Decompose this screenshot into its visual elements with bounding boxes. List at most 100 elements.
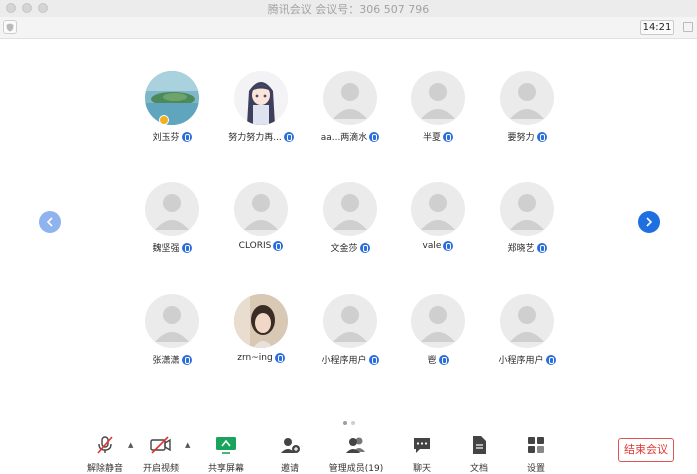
window-titlebar: 腾讯会议 会议号：306 507 796 [0, 0, 697, 17]
mic-icon [359, 242, 370, 253]
participant-tile[interactable]: 刘玉芬 [137, 71, 207, 143]
mic-icon [443, 241, 454, 251]
mic-icon [181, 242, 192, 253]
participant-name: 文金莎 [330, 244, 358, 254]
document-icon [473, 436, 486, 454]
host-crown-icon [159, 115, 169, 125]
page-dot[interactable] [343, 421, 347, 425]
default-avatar-icon [500, 294, 554, 348]
participant-name: 要努力 [507, 133, 535, 143]
default-avatar-icon [411, 294, 465, 348]
meeting-controls-bar: 解除静音 ▲ 开启视频 ▲ 共享屏幕 邀请 管理成员(19) 聊天 文档 设置 [0, 429, 697, 474]
chevron-left-icon [46, 217, 53, 227]
start-video-label: 开启视频 [142, 464, 179, 474]
chat-button[interactable]: 聊天 [407, 434, 437, 474]
docs-button[interactable]: 文档 [464, 434, 494, 474]
chat-label: 聊天 [412, 464, 431, 474]
girl-photo-avatar-image [234, 294, 288, 348]
mic-icon [274, 353, 285, 363]
avatar [234, 71, 288, 125]
participant-tile[interactable]: 努力努力再... [226, 71, 296, 143]
add-user-icon [281, 438, 300, 453]
previous-page-button[interactable] [39, 211, 61, 233]
manage-members-label: 管理成员(19) [328, 464, 384, 474]
participant-name: 小程序用户 [498, 356, 544, 366]
mic-icon [273, 241, 284, 251]
mic-icon [536, 131, 547, 142]
participant-name: 半夏 [422, 133, 441, 143]
participant-tile[interactable]: aa...两滴水 [315, 71, 385, 143]
share-screen-button[interactable]: 共享屏幕 [205, 434, 247, 474]
default-avatar-icon [500, 71, 554, 125]
default-avatar-icon [323, 71, 377, 125]
default-avatar-icon [323, 294, 377, 348]
security-shield-icon[interactable] [3, 20, 17, 34]
default-avatar-icon [411, 71, 465, 125]
unmute-button[interactable]: 解除静音 [84, 434, 126, 474]
page-dot[interactable] [351, 421, 355, 425]
default-avatar-icon [500, 182, 554, 236]
participant-tile[interactable]: 魏坚强 [137, 182, 207, 254]
mic-icon [536, 242, 547, 253]
participant-tile[interactable]: 半夏 [403, 71, 473, 143]
avatar [234, 294, 288, 348]
landscape-avatar-image [145, 71, 199, 125]
mic-icon [438, 354, 449, 365]
participant-name: 张潇潇 [152, 356, 180, 366]
settings-label: 设置 [526, 464, 545, 474]
next-page-button[interactable] [638, 211, 660, 233]
video-options-caret-icon[interactable]: ▲ [185, 441, 190, 449]
mic-icon [368, 354, 379, 365]
mic-icon [181, 131, 192, 142]
mic-icon [545, 354, 556, 365]
participant-tile[interactable]: vale [403, 182, 473, 251]
mic-icon [369, 131, 380, 142]
default-avatar-icon [145, 294, 199, 348]
mic-icon [283, 131, 294, 142]
participant-tile[interactable]: zrn~ing [226, 294, 296, 363]
participant-name: 努力努力再... [228, 133, 282, 143]
meeting-toolbar: 14:21 [0, 17, 697, 39]
audio-options-caret-icon[interactable]: ▲ [128, 441, 133, 449]
participant-tile[interactable]: 要努力 [492, 71, 562, 143]
participant-grid: 刘玉芬 努力努力再... aa...两滴水 半夏 要努力 魏坚强 CLORIS … [0, 39, 697, 429]
default-avatar-icon [234, 182, 288, 236]
participant-name: 鬯 [427, 356, 437, 366]
participant-tile[interactable]: CLORIS [226, 182, 296, 251]
default-avatar-icon [411, 182, 465, 236]
manage-members-button[interactable]: 管理成员(19) [328, 434, 384, 474]
share-screen-label: 共享屏幕 [207, 464, 244, 474]
meeting-timer: 14:21 [640, 20, 674, 35]
chevron-right-icon [646, 217, 653, 227]
participant-tile[interactable]: 张潇潇 [137, 294, 207, 366]
participant-tile[interactable]: 鬯 [403, 294, 473, 366]
start-video-button[interactable]: 开启视频 [140, 434, 182, 474]
default-avatar-icon [145, 182, 199, 236]
participant-name: zrn~ing [237, 353, 273, 363]
participant-name: vale [422, 241, 442, 251]
video-off-icon [150, 436, 171, 454]
participant-tile[interactable]: 文金莎 [315, 182, 385, 254]
settings-button[interactable]: 设置 [521, 434, 551, 474]
mic-icon [181, 354, 192, 365]
members-icon [346, 437, 365, 453]
settings-grid-icon [528, 437, 544, 453]
participant-name: 魏坚强 [152, 244, 180, 254]
participant-tile[interactable]: 小程序用户 [492, 294, 562, 366]
participant-name: 郑晓艺 [507, 244, 535, 254]
mic-muted-icon [97, 436, 113, 454]
window-title: 腾讯会议 会议号：306 507 796 [267, 3, 430, 16]
participant-name: CLORIS [238, 241, 272, 251]
participant-name: 小程序用户 [321, 356, 367, 366]
chat-bubble-icon [414, 438, 430, 453]
end-meeting-button[interactable]: 结束会议 [618, 438, 674, 462]
invite-button[interactable]: 邀请 [272, 434, 308, 474]
anime-girl-avatar-image [234, 71, 288, 125]
participant-tile[interactable]: 郑晓艺 [492, 182, 562, 254]
invite-label: 邀请 [280, 464, 299, 474]
share-screen-icon [216, 437, 236, 454]
fullscreen-icon[interactable] [683, 22, 693, 32]
default-avatar-icon [323, 182, 377, 236]
participant-name: 刘玉芬 [152, 133, 180, 143]
participant-tile[interactable]: 小程序用户 [315, 294, 385, 366]
